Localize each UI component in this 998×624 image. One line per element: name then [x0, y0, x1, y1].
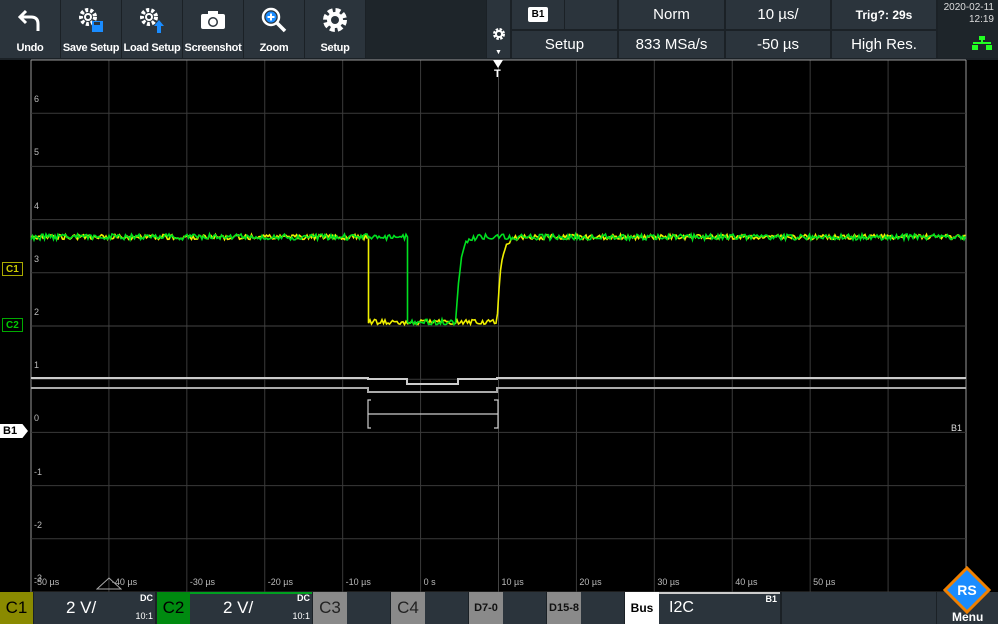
bus-button[interactable]: Bus	[625, 592, 659, 624]
x-axis-label: 30 µs	[657, 577, 679, 587]
camera-icon	[183, 6, 243, 34]
c1-coupling: DC	[140, 593, 153, 603]
timebase[interactable]: 10 µs/	[726, 0, 830, 29]
d7-0-button[interactable]: D7-0	[469, 592, 503, 624]
y-axis-label: 3	[34, 254, 39, 264]
menu-label: Menu	[952, 610, 983, 624]
empty-slot	[782, 592, 936, 624]
x-axis-label: -20 µs	[268, 577, 293, 587]
rs-logo-icon: RS	[943, 566, 991, 614]
load-setup-icon	[122, 6, 182, 34]
settings-toggle[interactable]: ▼	[487, 0, 510, 58]
x-axis-label: 0 s	[424, 577, 436, 587]
x-axis-label: 40 µs	[735, 577, 757, 587]
svg-text:RS: RS	[957, 582, 976, 598]
menu-button[interactable]: RS Menu	[937, 592, 998, 624]
x-axis-label: 50 µs	[813, 577, 835, 587]
bus-label: B1	[951, 423, 962, 433]
save-setup-button[interactable]: Save Setup	[61, 0, 121, 58]
d7-0-settings[interactable]	[503, 592, 546, 624]
date: 2020-02-11	[938, 2, 994, 14]
bus-protocol: I2C	[669, 599, 694, 617]
trigger-mode[interactable]: Norm	[619, 0, 724, 29]
acquisition-mode[interactable]: High Res.	[832, 31, 936, 58]
bus-line	[368, 400, 498, 428]
channel-bar: C1 2 V/ DC 10:1 C2 2 V/ DC 10:1 C3 C4 D7…	[0, 592, 998, 624]
bus-settings[interactable]: I2C B1	[659, 592, 780, 624]
c1-probe: 10:1	[135, 611, 153, 621]
c4-button[interactable]: C4	[391, 592, 425, 624]
y-axis-label: 6	[34, 94, 39, 104]
trigger-marker-label: T	[494, 68, 501, 80]
horizontal-reference-icon[interactable]	[96, 576, 122, 590]
c2-offset-marker[interactable]: C2	[2, 318, 23, 332]
c1-offset-marker[interactable]: C1	[2, 262, 23, 276]
y-axis-label: -1	[34, 467, 42, 477]
c4-settings[interactable]	[425, 592, 468, 624]
sample-rate[interactable]: 833 MSa/s	[619, 31, 724, 58]
y-axis-label: -2	[34, 520, 42, 530]
bus-badge-cell[interactable]: B1	[512, 0, 564, 29]
toolbar: Undo Save Setup Load Setup Screenshot Zo…	[0, 0, 998, 60]
y-axis-label: 0	[34, 413, 39, 423]
c2-probe: 10:1	[292, 611, 310, 621]
gear-small-icon	[487, 20, 510, 48]
c2-scale: 2 V/	[223, 598, 253, 618]
chevron-down-icon: ▼	[495, 49, 502, 56]
c1-button[interactable]: C1	[0, 592, 33, 624]
grid	[31, 60, 966, 592]
c3-button[interactable]: C3	[313, 592, 347, 624]
trigger-position-marker[interactable]	[493, 60, 503, 68]
b1-offset-marker[interactable]: B1	[0, 424, 28, 438]
x-axis-label: 20 µs	[579, 577, 601, 587]
zoom-icon	[244, 6, 304, 34]
undo-button[interactable]: Undo	[0, 0, 60, 58]
waveform-display[interactable]	[0, 58, 998, 592]
load-setup-button[interactable]: Load Setup	[122, 0, 182, 58]
zoom-button[interactable]: Zoom	[244, 0, 304, 58]
y-axis-label: 1	[34, 360, 39, 370]
screenshot-button[interactable]: Screenshot	[183, 0, 243, 58]
d15-8-button[interactable]: D15-8	[547, 592, 581, 624]
bus-id: B1	[765, 594, 777, 604]
setup-cell[interactable]: Setup	[512, 31, 617, 58]
c2-button[interactable]: C2	[157, 592, 190, 624]
y-axis-label: 2	[34, 307, 39, 317]
d15-8-settings[interactable]	[581, 592, 624, 624]
time: 12:19	[938, 14, 994, 26]
y-axis-label: 4	[34, 201, 39, 211]
horizontal-position[interactable]: -50 µs	[726, 31, 830, 58]
empty-cell	[565, 0, 617, 29]
clock: 2020-02-11 12:19	[938, 0, 998, 58]
gear-icon	[305, 6, 365, 34]
c2-settings[interactable]: 2 V/ DC 10:1	[190, 592, 312, 624]
y-axis-label: 5	[34, 147, 39, 157]
x-axis-label: 10 µs	[502, 577, 524, 587]
c1-scale: 2 V/	[66, 598, 96, 618]
x-axis-label: -10 µs	[346, 577, 371, 587]
c3-settings[interactable]	[347, 592, 390, 624]
toolbar-spacer	[366, 0, 486, 58]
c2-coupling: DC	[297, 593, 310, 603]
undo-icon	[0, 6, 60, 34]
save-setup-icon	[61, 6, 121, 34]
trigger-status[interactable]: Trig?: 29s	[832, 0, 936, 29]
network-icon	[972, 36, 992, 50]
x-axis-label: -30 µs	[190, 577, 215, 587]
x-axis-label: -50 µs	[34, 577, 59, 587]
c1-settings[interactable]: 2 V/ DC 10:1	[34, 592, 155, 624]
setup-button[interactable]: Setup	[305, 0, 365, 58]
